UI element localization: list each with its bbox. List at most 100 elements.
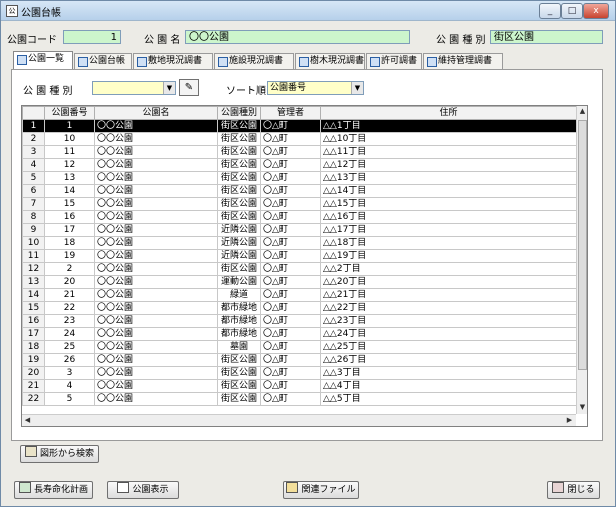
column-header[interactable]: 管理者 <box>260 106 321 120</box>
address-cell: △△19丁目 <box>320 249 577 263</box>
address-cell: △△11丁目 <box>320 145 577 159</box>
manager-cell: 〇△町 <box>260 275 321 289</box>
tab-park-list[interactable]: 公園一覧 <box>13 51 73 70</box>
manager-cell: 〇△町 <box>260 171 321 185</box>
column-header[interactable] <box>22 106 45 120</box>
scroll-left-icon[interactable]: ◀ <box>22 415 33 426</box>
table-row[interactable]: 4 12 〇〇公園 街区公園 〇△町 △△12丁目 <box>22 158 577 172</box>
park-number-cell: 17 <box>44 223 95 237</box>
park-number-cell: 1 <box>44 119 95 133</box>
address-cell: △△1丁目 <box>320 119 577 133</box>
table-row[interactable]: 16 23 〇〇公園 都市緑地 〇△町 △△23丁目 <box>22 314 577 328</box>
column-header[interactable]: 公園種別 <box>217 106 261 120</box>
tab-facility-survey[interactable]: 施設現況調書 <box>214 53 294 69</box>
column-header[interactable]: 公園名 <box>94 106 218 120</box>
table-row[interactable]: 18 25 〇〇公園 墓園 〇△町 △△25丁目 <box>22 340 577 354</box>
column-header[interactable]: 住所 <box>320 106 577 120</box>
address-cell: △△16丁目 <box>320 210 577 224</box>
maximize-button[interactable]: □ <box>561 3 583 19</box>
park-code-field[interactable]: 1 <box>63 30 121 44</box>
table-row[interactable]: 19 26 〇〇公園 街区公園 〇△町 △△26丁目 <box>22 353 577 367</box>
title-bar[interactable]: 公 公園台帳 _ □ x <box>1 1 615 21</box>
park-list-grid[interactable]: 公園番号 公園名 公園種別 管理者 住所 1 1 〇〇公園 街区公園 〇△町 △△1丁目 2… <box>21 105 588 427</box>
row-number: 7 <box>22 197 45 211</box>
table-row[interactable]: 9 17 〇〇公園 近隣公園 〇△町 △△17丁目 <box>22 223 577 237</box>
park-name-field[interactable]: 〇〇公園 <box>185 30 410 44</box>
arrow-down-icon <box>117 482 130 493</box>
park-name-cell: 〇〇公園 <box>94 197 218 211</box>
table-row[interactable]: 15 22 〇〇公園 都市緑地 〇△町 △△22丁目 <box>22 301 577 315</box>
tab-tree-survey[interactable]: 樹木現況調書 <box>295 53 365 69</box>
window-close-button[interactable]: x <box>583 3 609 19</box>
sort-order-select[interactable]: 公園番号 ▼ <box>267 81 364 95</box>
table-row[interactable]: 2 10 〇〇公園 街区公園 〇△町 △△10丁目 <box>22 132 577 146</box>
row-number: 6 <box>22 184 45 198</box>
scroll-down-icon[interactable]: ▼ <box>577 402 587 413</box>
table-row[interactable]: 13 20 〇〇公園 運動公園 〇△町 △△20丁目 <box>22 275 577 289</box>
tab-icon <box>78 57 88 67</box>
table-row[interactable]: 1 1 〇〇公園 街区公園 〇△町 △△1丁目 <box>22 119 577 133</box>
related-files-button[interactable]: 関連ファイル <box>283 481 359 499</box>
park-name-cell: 〇〇公園 <box>94 353 218 367</box>
manager-cell: 〇△町 <box>260 392 321 406</box>
table-row[interactable]: 7 15 〇〇公園 街区公園 〇△町 △△15丁目 <box>22 197 577 211</box>
park-number-cell: 25 <box>44 340 95 354</box>
park-name-cell: 〇〇公園 <box>94 301 218 315</box>
table-row[interactable]: 11 19 〇〇公園 近隣公園 〇△町 △△19丁目 <box>22 249 577 263</box>
address-cell: △△14丁目 <box>320 184 577 198</box>
park-type-filter-select[interactable]: ▼ <box>92 81 176 95</box>
park-type-field[interactable]: 街区公園 <box>490 30 603 44</box>
table-row[interactable]: 21 4 〇〇公園 街区公園 〇△町 △△4丁目 <box>22 379 577 393</box>
row-number: 2 <box>22 132 45 146</box>
table-row[interactable]: 3 11 〇〇公園 街区公園 〇△町 △△11丁目 <box>22 145 577 159</box>
park-type-cell: 街区公園 <box>217 158 261 172</box>
address-cell: △△24丁目 <box>320 327 577 341</box>
park-number-cell: 24 <box>44 327 95 341</box>
window-title: 公園台帳 <box>21 8 61 19</box>
park-type-cell: 街区公園 <box>217 379 261 393</box>
manager-cell: 〇△町 <box>260 210 321 224</box>
table-row[interactable]: 17 24 〇〇公園 都市緑地 〇△町 △△24丁目 <box>22 327 577 341</box>
park-name-cell: 〇〇公園 <box>94 158 218 172</box>
table-row[interactable]: 5 13 〇〇公園 街区公園 〇△町 △△13丁目 <box>22 171 577 185</box>
tab-maintenance-survey[interactable]: 維持管理調書 <box>423 53 503 69</box>
manager-cell: 〇△町 <box>260 379 321 393</box>
park-type-cell: 街区公園 <box>217 119 261 133</box>
scroll-right-icon[interactable]: ▶ <box>564 415 575 426</box>
scroll-up-icon[interactable]: ▲ <box>577 106 587 117</box>
folder-icon <box>286 482 299 493</box>
park-name-cell: 〇〇公園 <box>94 288 218 302</box>
scroll-thumb[interactable] <box>578 120 587 370</box>
table-row[interactable]: 14 21 〇〇公園 緑道 〇△町 △△21丁目 <box>22 288 577 302</box>
manager-cell: 〇△町 <box>260 184 321 198</box>
park-type-cell: 都市緑地 <box>217 314 261 328</box>
row-number: 18 <box>22 340 45 354</box>
table-row[interactable]: 22 5 〇〇公園 街区公園 〇△町 △△5丁目 <box>22 392 577 406</box>
tab-park-ledger[interactable]: 公園台帳 <box>74 53 132 69</box>
map-search-button[interactable]: 図形から検索 <box>20 445 99 463</box>
tab-site-survey[interactable]: 敷地現況調書 <box>133 53 213 69</box>
table-row[interactable]: 20 3 〇〇公園 街区公園 〇△町 △△3丁目 <box>22 366 577 380</box>
park-type-cell: 都市緑地 <box>217 327 261 341</box>
eraser-icon[interactable]: ✎ <box>179 79 199 96</box>
table-row[interactable]: 12 2 〇〇公園 街区公園 〇△町 △△2丁目 <box>22 262 577 276</box>
address-cell: △△4丁目 <box>320 379 577 393</box>
park-display-button[interactable]: 公園表示 <box>107 481 179 499</box>
row-number: 19 <box>22 353 45 367</box>
app-icon: 公 <box>6 5 18 17</box>
longevity-plan-button[interactable]: 長寿命化計画 <box>14 481 93 499</box>
table-row[interactable]: 10 18 〇〇公園 近隣公園 〇△町 △△18丁目 <box>22 236 577 250</box>
vertical-scrollbar[interactable]: ▲ ▼ <box>576 106 587 414</box>
park-name-cell: 〇〇公園 <box>94 314 218 328</box>
table-row[interactable]: 8 16 〇〇公園 街区公園 〇△町 △△16丁目 <box>22 210 577 224</box>
address-cell: △△25丁目 <box>320 340 577 354</box>
park-type-cell: 街区公園 <box>217 132 261 146</box>
horizontal-scrollbar[interactable]: ◀ ▶ <box>22 414 576 426</box>
table-row[interactable]: 6 14 〇〇公園 街区公園 〇△町 △△14丁目 <box>22 184 577 198</box>
address-cell: △△26丁目 <box>320 353 577 367</box>
tab-permit-survey[interactable]: 許可調書 <box>366 53 422 69</box>
minimize-button[interactable]: _ <box>539 3 561 19</box>
park-number-cell: 13 <box>44 171 95 185</box>
close-button[interactable]: 閉じる <box>547 481 600 499</box>
column-header[interactable]: 公園番号 <box>44 106 95 120</box>
